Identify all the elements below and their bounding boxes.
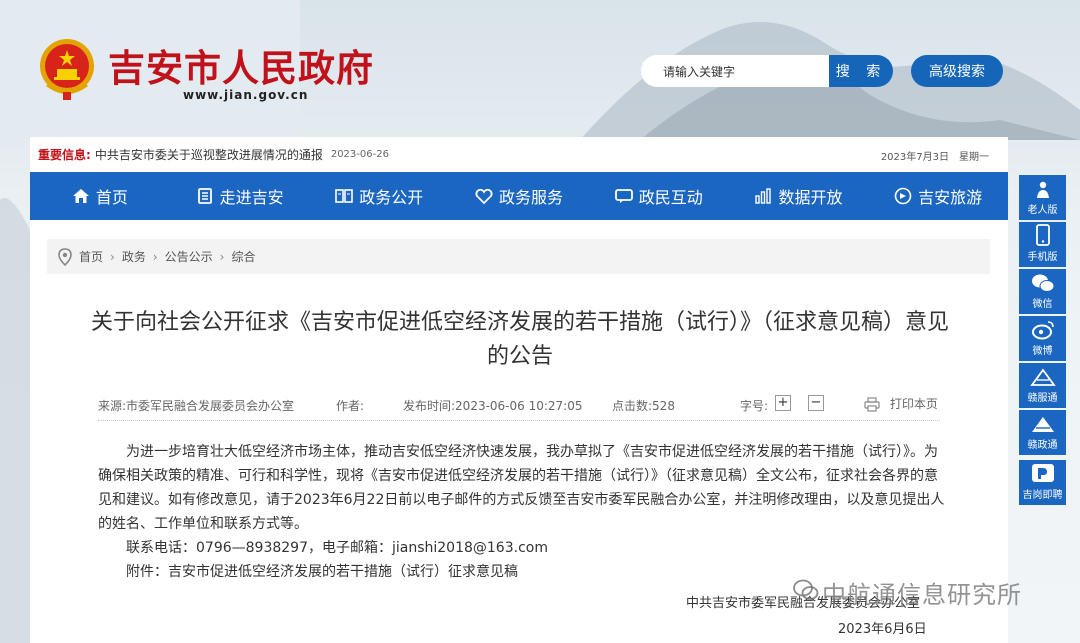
ganzhengtong-icon [1031, 417, 1054, 432]
nav-item-tourism[interactable]: 吉安旅游 [868, 172, 1008, 220]
search-input[interactable]: 请输入关键字 [641, 55, 829, 87]
article-clicks: 点击数:528 [612, 399, 675, 413]
nav-label: 政务服务 [499, 188, 564, 207]
location-pin-icon [58, 247, 72, 266]
article-publish-time: 发布时间:2023-06-06 10:27:05 [403, 399, 583, 413]
bar-chart-icon [755, 188, 772, 204]
sidebar-elder-mode[interactable]: 老人版 [1019, 175, 1066, 220]
printer-icon [864, 397, 880, 412]
sidebar-label: 赣服通 [1027, 393, 1058, 404]
breadcrumb: 首页 › 政务 › 公告公示 › 综合 [47, 239, 990, 274]
site-title[interactable]: 吉安市人民政府 [108, 38, 374, 92]
nav-item-about[interactable]: 走进吉安 [170, 172, 310, 220]
search-button[interactable]: 搜 索 [829, 55, 893, 87]
sidebar-ganfutong[interactable]: 赣服通 [1019, 363, 1066, 408]
wechat-icon [1031, 274, 1054, 292]
notice-date: 2023-06-26 [330, 149, 389, 160]
main-nav: 首页 走进吉安 政务公开 政务服务 政民互动 数据开放 吉安旅游 [30, 172, 1008, 220]
home-icon [72, 189, 89, 203]
nav-label: 首页 [95, 188, 128, 207]
sidebar-label: 微博 [1032, 346, 1053, 357]
sidebar-wechat[interactable]: 微信 [1019, 269, 1066, 314]
sidebar-jobs[interactable]: 吉岗即聘 [1019, 460, 1066, 505]
breadcrumb-general[interactable]: 综合 [231, 248, 255, 265]
article-author: 作者: [336, 399, 365, 413]
article-meta: 来源:市委军民融合发展委员会办公室 作者: 发布时间:2023-06-06 10… [98, 394, 940, 416]
breadcrumb-notices[interactable]: 公告公示 [165, 248, 213, 265]
nav-label: 政民互动 [638, 188, 703, 207]
national-emblem-logo [40, 39, 94, 100]
notice-link[interactable]: 中共吉安市委关于巡视整改进展情况的通报 [95, 146, 323, 163]
nav-label: 吉安旅游 [918, 188, 983, 207]
article-attachment[interactable]: 附件：吉安市促进低空经济发展的若干措施（试行）征求意见稿 [98, 560, 948, 584]
jobs-icon [1031, 464, 1054, 482]
book-icon [197, 188, 212, 204]
elder-icon [1036, 181, 1049, 198]
notice-bar: 重要信息: 中共吉安市委关于巡视整改进展情况的通报 2023-06-26 202… [30, 137, 1008, 172]
sidebar-label: 吉岗即聘 [1022, 490, 1063, 501]
sidebar-label: 老人版 [1027, 205, 1058, 216]
sidebar-label: 微信 [1032, 299, 1053, 310]
weibo-icon [1031, 321, 1054, 340]
article-contact: 联系电话：0796—8938297，电子邮箱：jianshi2018@163.c… [126, 540, 548, 556]
site-url: www.jian.gov.cn [183, 88, 309, 102]
nav-label: 走进吉安 [219, 188, 284, 207]
font-size-label: 字号: [740, 399, 769, 413]
article-paragraph: 为进一步培育壮大低空经济市场主体，推动吉安低空经济快速发展，我办草拟了《吉安市促… [98, 444, 945, 532]
article-sign-date: 2023年6月6日 [838, 622, 927, 637]
font-decrease-button[interactable]: − [808, 395, 824, 411]
nav-item-open-data[interactable]: 数据开放 [729, 172, 869, 220]
sidebar-label: 赣政通 [1027, 440, 1058, 451]
watermark-text: 中航通信息研究所 [822, 581, 1022, 609]
sidebar-label: 手机版 [1027, 252, 1058, 263]
phone-icon [1035, 224, 1050, 246]
meta-divider [98, 420, 940, 421]
advanced-search-button[interactable]: 高级搜索 [911, 55, 1003, 87]
article-body: 为进一步培育壮大低空经济市场主体，推动吉安低空经济快速发展，我办草拟了《吉安市促… [98, 440, 948, 584]
chevron-right-icon: › [110, 249, 115, 264]
chevron-right-icon: › [219, 249, 225, 264]
breadcrumb-home[interactable]: 首页 [79, 248, 103, 265]
notice-label: 重要信息: [38, 148, 91, 162]
nav-label: 政务公开 [359, 188, 424, 207]
article-title: 关于向社会公开征求《吉安市促进低空经济发展的若干措施（试行）》（征求意见稿）意见… [90, 310, 949, 369]
print-label: 打印本页 [889, 397, 938, 411]
chat-icon [614, 189, 633, 203]
nav-item-gov-services[interactable]: 政务服务 [449, 172, 589, 220]
ganfutong-icon [1029, 368, 1056, 386]
font-increase-button[interactable]: + [775, 395, 791, 411]
sidebar-weibo[interactable]: 微博 [1019, 316, 1066, 361]
nav-item-home[interactable]: 首页 [30, 172, 170, 220]
print-button[interactable]: 打印本页 [864, 395, 938, 412]
travel-icon [894, 187, 912, 205]
nav-item-interaction[interactable]: 政民互动 [589, 172, 729, 220]
wechat-watermark-icon [793, 579, 819, 600]
nav-label: 数据开放 [778, 188, 843, 207]
sidebar-mobile[interactable]: 手机版 [1019, 222, 1066, 267]
heart-icon [475, 188, 493, 205]
chevron-right-icon: › [152, 249, 158, 264]
nav-item-gov-affairs[interactable]: 政务公开 [309, 172, 449, 220]
article-source: 来源:市委军民融合发展委员会办公室 [98, 399, 295, 413]
breadcrumb-gov[interactable]: 政务 [122, 248, 146, 265]
sidebar-ganzhengtong[interactable]: 赣政通 [1019, 410, 1066, 455]
document-icon [335, 189, 354, 203]
today-date: 2023年7月3日 星期一 [880, 152, 989, 163]
